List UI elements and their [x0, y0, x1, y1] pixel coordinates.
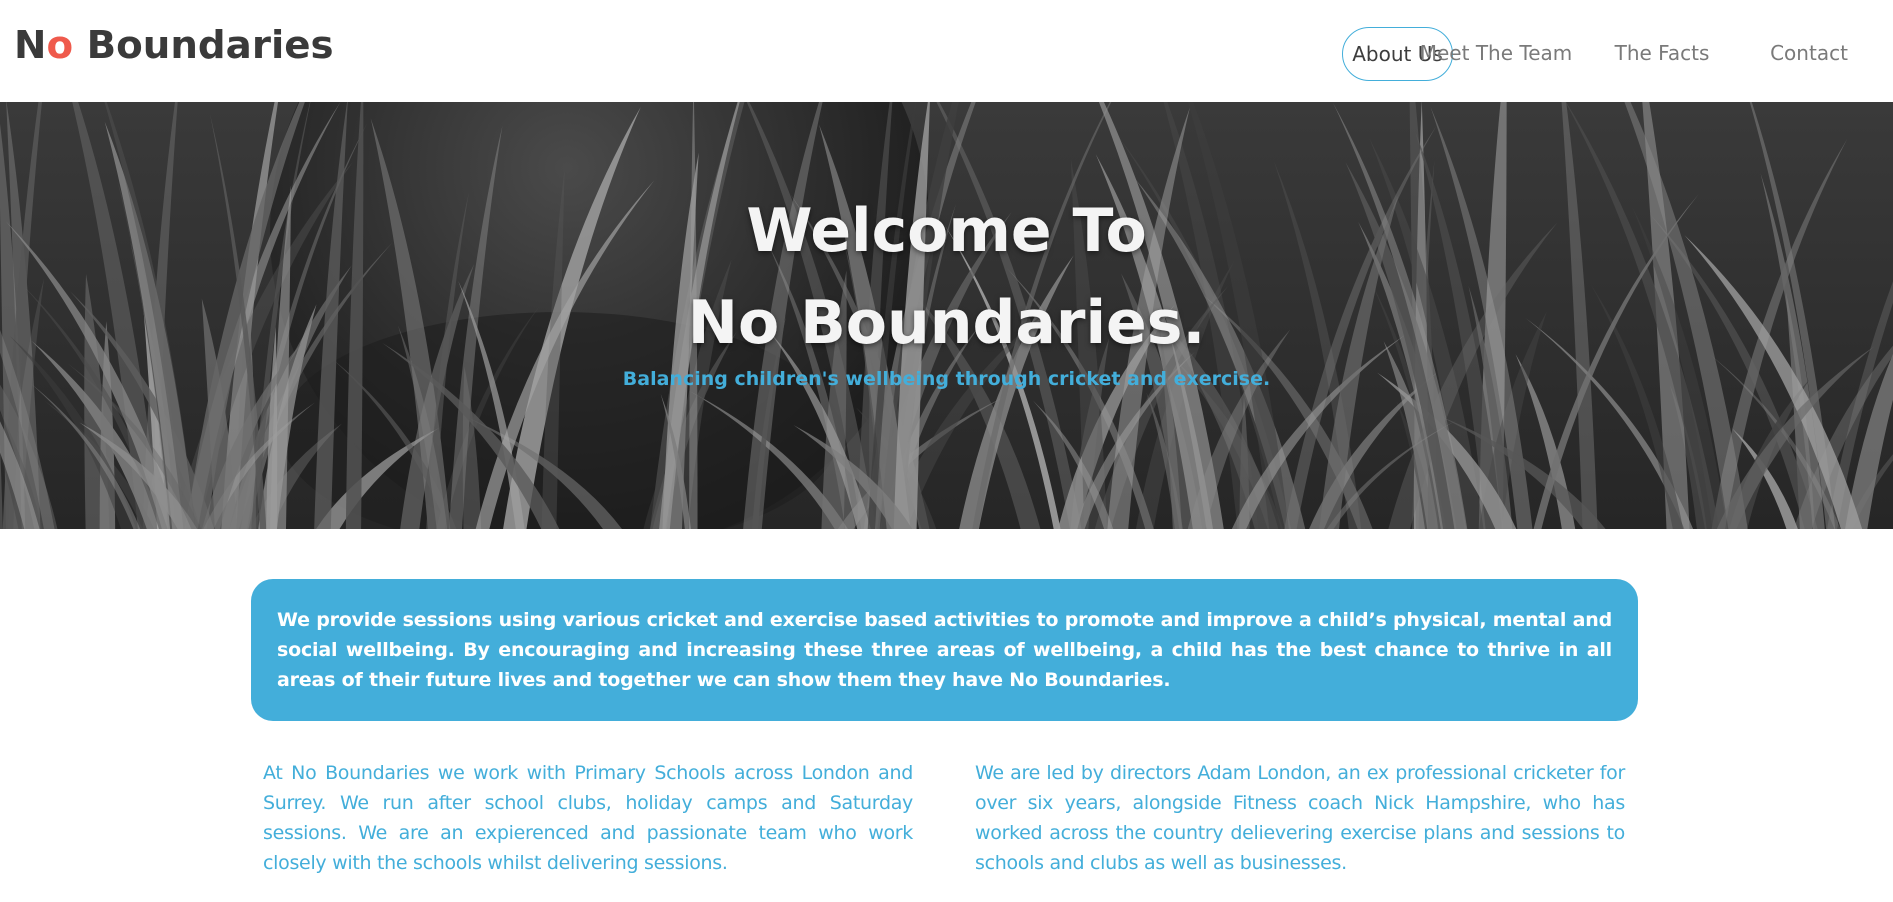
nav-item-meet-the-team[interactable]: Meet The Team [1419, 27, 1573, 81]
nav-item-contact[interactable]: Contact [1769, 27, 1849, 81]
site-logo[interactable]: No Boundaries [14, 20, 334, 70]
logo-word-boundaries: Boundaries [73, 23, 334, 67]
site-header: No Boundaries About Us Meet The Team The… [0, 0, 1893, 102]
hero-title-line-1: Welcome To [746, 196, 1147, 266]
intro-text: We provide sessions using various cricke… [277, 609, 1612, 691]
hero-subtitle: Balancing children's wellbeing through c… [622, 368, 1271, 390]
about-column-right: We are led by directors Adam London, an … [975, 762, 1625, 874]
about-column-left: At No Boundaries we work with Primary Sc… [263, 762, 913, 874]
hero-banner: Welcome To No Boundaries. Balancing chil… [0, 102, 1893, 529]
nav-item-the-facts[interactable]: The Facts [1614, 27, 1710, 81]
intro-box: We provide sessions using various cricke… [251, 579, 1638, 721]
logo-letter-o: o [46, 23, 74, 67]
logo-letter-n: N [14, 23, 47, 67]
hero-title-line-2: No Boundaries. [687, 288, 1206, 358]
